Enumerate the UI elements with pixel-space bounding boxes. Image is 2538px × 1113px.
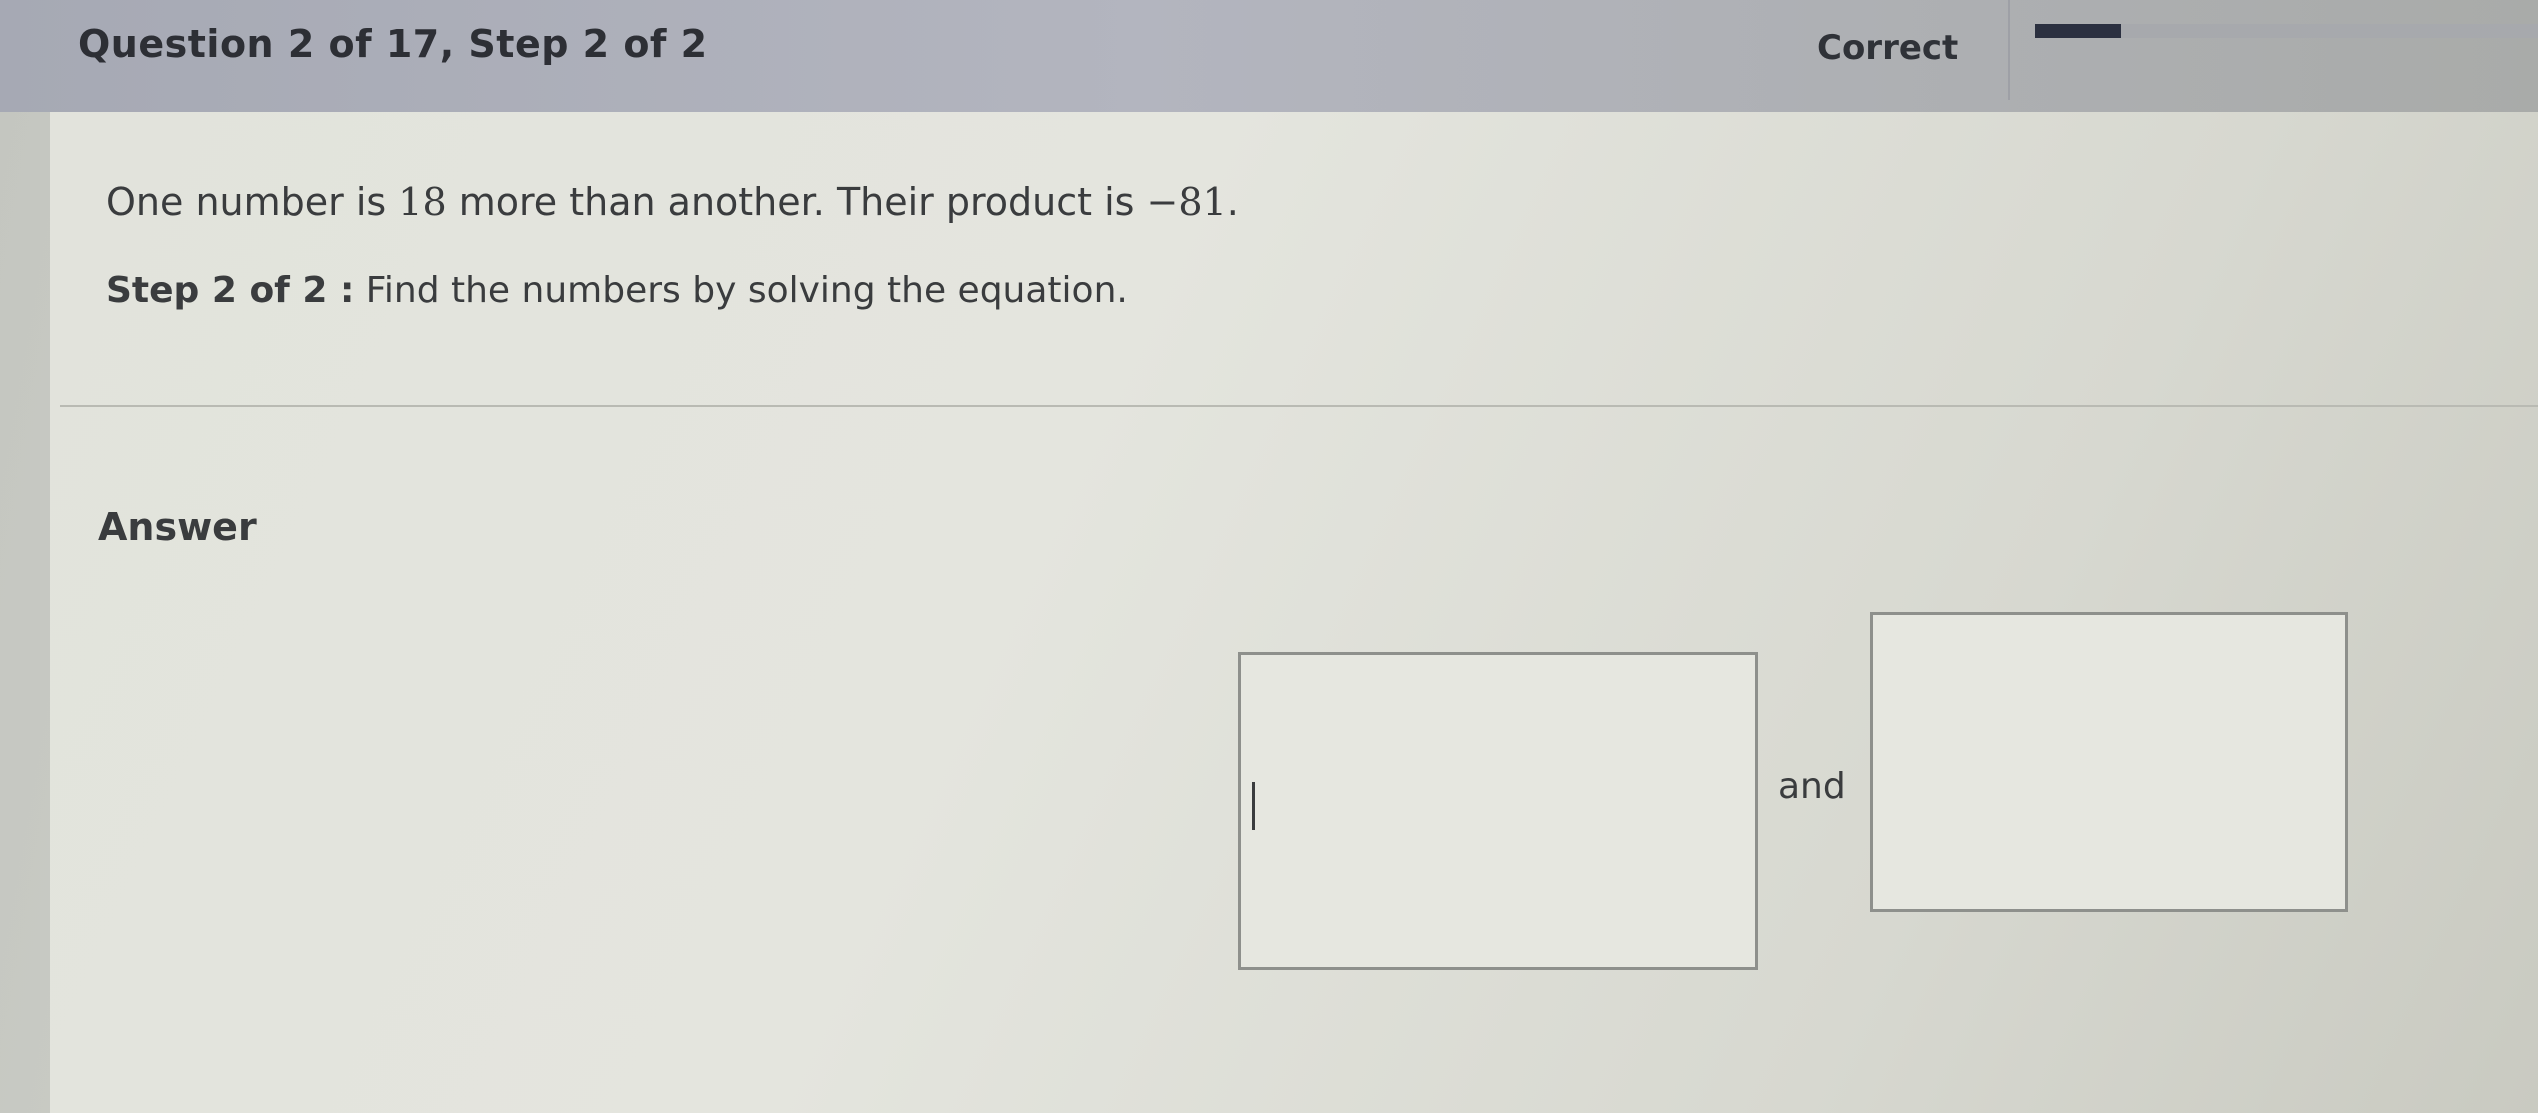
question-title: Question 2 of 17, Step 2 of 2	[78, 22, 708, 66]
problem-text-end: .	[1226, 180, 1239, 224]
answer-input-second[interactable]	[1870, 612, 2348, 912]
progress-fill	[2035, 24, 2121, 38]
status-label: Correct	[1817, 28, 1959, 68]
answer-input-first[interactable]	[1238, 652, 1758, 970]
text-cursor	[1252, 782, 1255, 830]
step-instruction: Step 2 of 2 : Find the numbers by solvin…	[106, 270, 1128, 311]
problem-text-middle: more than another. Their product is	[446, 180, 1147, 224]
problem-statement: One number is 18 more than another. Thei…	[106, 180, 1239, 224]
and-label: and	[1778, 766, 1846, 807]
header-divider	[2008, 0, 2010, 100]
answer-heading: Answer	[98, 505, 257, 549]
question-header: Question 2 of 17, Step 2 of 2 Correct	[0, 0, 2538, 112]
problem-text-start: One number is	[106, 180, 399, 224]
step-label: Step 2 of 2 :	[106, 270, 355, 311]
section-divider	[60, 405, 2538, 407]
problem-number-b: −81	[1146, 180, 1227, 224]
progress-bar	[2035, 24, 2538, 38]
question-page: Question 2 of 17, Step 2 of 2 Correct On…	[0, 0, 2538, 1113]
problem-number-a: 18	[398, 180, 447, 224]
step-text: Find the numbers by solving the equation…	[365, 270, 1128, 311]
